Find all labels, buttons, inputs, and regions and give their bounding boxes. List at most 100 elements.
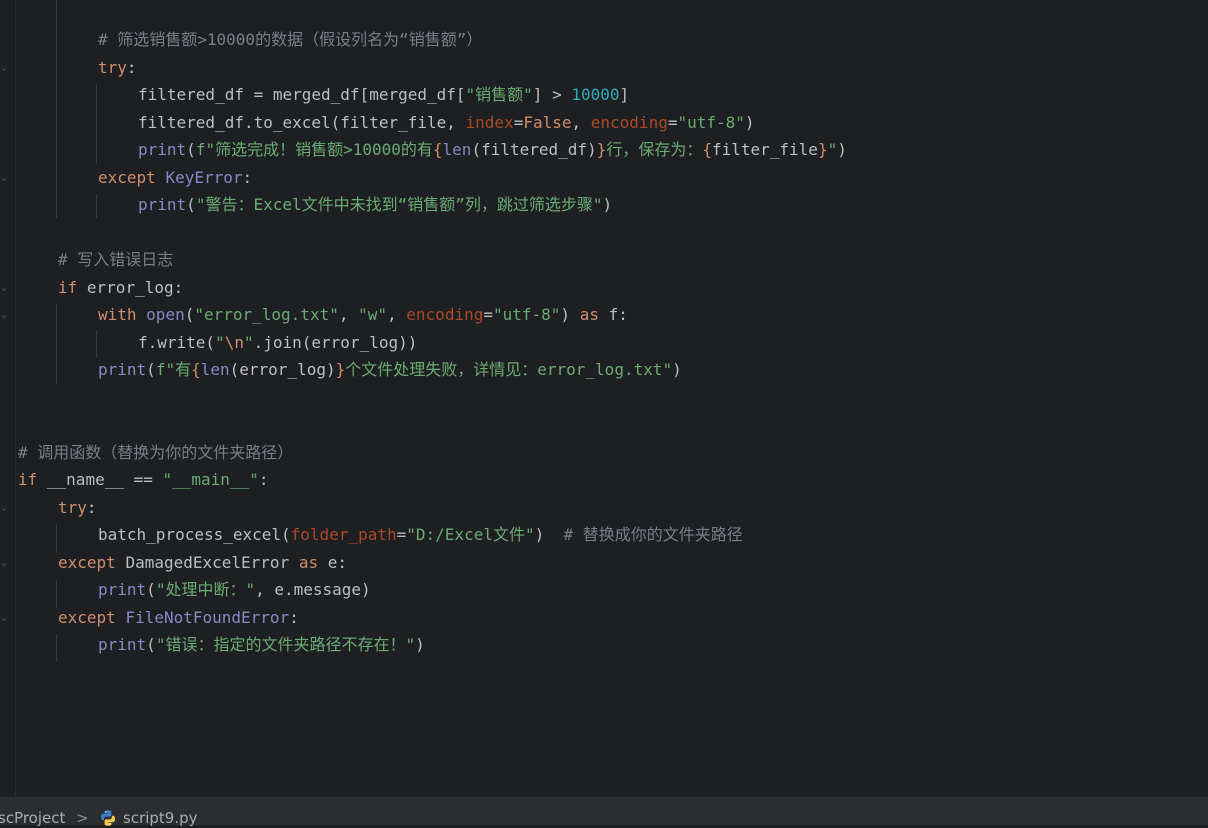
code-line[interactable]: f.write("\n".join(error_log)) (138, 329, 417, 356)
fold-marker-icon[interactable]: ⌄ (1, 173, 8, 183)
code-token: print (138, 195, 187, 214)
code-line[interactable]: print("错误：指定的文件夹路径不存在！") (98, 631, 425, 658)
code-token: with (98, 305, 147, 324)
code-token: "销售额" (465, 85, 533, 104)
code-token: ( (186, 140, 196, 159)
code-token: } (817, 140, 828, 159)
code-token: if (18, 470, 47, 489)
code-token: 行，保存为： (606, 140, 703, 159)
code-token: as (579, 305, 609, 324)
code-token: f"有 (155, 360, 192, 379)
code-token: False (523, 112, 572, 132)
code-token: e: (327, 552, 347, 572)
indent-guide (56, 0, 57, 218)
fold-marker-icon[interactable]: ⌄ (1, 283, 8, 293)
code-token: { (702, 140, 712, 159)
code-token: ( (186, 195, 196, 214)
breadcrumb-separator-chevron-icon: > (76, 809, 89, 827)
code-token: filtered_df = merged_df[merged_df[ (138, 85, 466, 104)
code-token: ( (146, 580, 156, 599)
code-token: try (98, 57, 127, 77)
fold-marker-icon[interactable]: ⌄ (1, 63, 8, 73)
code-token: # 写入错误日志 (58, 250, 174, 269)
code-token: "utf-8" (677, 112, 745, 132)
code-token: "utf-8" (492, 305, 561, 324)
code-token: ) (672, 360, 682, 379)
code-line[interactable]: except FileNotFoundError: (58, 604, 299, 631)
code-token: try (58, 497, 87, 517)
code-token: : (242, 167, 253, 187)
code-token: print (98, 635, 147, 654)
code-token: f.write( (138, 332, 216, 352)
code-line[interactable]: filtered_df.to_excel(filter_file, index=… (138, 109, 755, 136)
code-line[interactable]: filtered_df = merged_df[merged_df["销售额"]… (138, 81, 629, 108)
code-line[interactable]: # 写入错误日志 (58, 246, 173, 273)
code-token: except (58, 607, 126, 627)
code-token: index (465, 112, 514, 132)
code-token: "D:/Excel文件" (406, 525, 535, 544)
code-line[interactable]: try: (98, 54, 137, 81)
indent-guide (56, 580, 57, 608)
code-line[interactable]: except KeyError: (98, 164, 252, 191)
breadcrumb-file[interactable]: script9.py (123, 808, 198, 828)
code-token: = (483, 305, 493, 324)
code-token: # 筛选销售额>10000的数据（假设列名为“销售额”） (98, 30, 483, 49)
code-line[interactable]: print("警告：Excel文件中未找到“销售额”列，跳过筛选步骤") (138, 191, 612, 218)
code-token: ( (146, 635, 156, 654)
code-token: filter_file (711, 140, 818, 159)
code-token: ] > (532, 85, 572, 104)
code-token: "错误：指定的文件夹路径不存在！" (155, 635, 416, 654)
code-token: __name__ == (46, 470, 163, 489)
code-token: print (138, 140, 187, 159)
code-token: # 调用函数（替换为你的文件夹路径） (18, 442, 294, 462)
code-token: , (387, 305, 407, 324)
code-token: { (432, 140, 443, 159)
code-token: = (513, 112, 524, 132)
code-line[interactable]: # 筛选销售额>10000的数据（假设列名为“销售额”） (98, 26, 482, 53)
code-token: 10000 (571, 85, 620, 104)
code-token: encoding (406, 305, 484, 324)
code-line[interactable]: try: (58, 494, 97, 521)
code-token: print (98, 360, 147, 379)
code-line[interactable]: with open("error_log.txt", "w", encoding… (98, 301, 628, 328)
fold-marker-icon[interactable]: ⌄ (1, 558, 8, 568)
code-line[interactable]: print(f"有{len(error_log)}个文件处理失败，详情见：err… (98, 356, 682, 383)
code-token: : (126, 57, 137, 77)
code-editor[interactable]: ⌄ ⌄ ⌄ ⌄ ⌄ ⌄ ⌄ # 筛选销售额>10000的数据（假设列名为“销售额… (0, 0, 1208, 796)
fold-marker-icon[interactable]: ⌄ (1, 503, 8, 513)
code-line[interactable]: if error_log: (58, 274, 183, 301)
python-file-icon (101, 810, 115, 826)
code-token: if (58, 277, 87, 297)
indent-guide (96, 330, 97, 358)
code-token: } (335, 360, 346, 379)
breadcrumb-project[interactable]: scProject (0, 808, 65, 828)
code-token: f"筛选完成！销售额>10000的有 (195, 140, 433, 159)
code-token: 个文件处理失败，详情见：error_log.txt" (345, 360, 673, 379)
code-line[interactable]: except DamagedExcelError as e: (58, 549, 347, 576)
code-token: { (191, 360, 201, 379)
code-token: ) (415, 635, 425, 654)
code-token: KeyError (165, 167, 243, 187)
fold-marker-icon[interactable]: ⌄ (1, 310, 8, 320)
code-token: except (98, 167, 166, 187)
code-token: "__main__" (162, 470, 259, 489)
code-token: batch_process_excel( (98, 525, 291, 544)
code-token: FileNotFoundError (125, 607, 290, 627)
code-line[interactable]: print("处理中断：", e.message) (98, 576, 371, 603)
code-token: (error_log) (229, 360, 336, 379)
code-token: folder_path (290, 525, 397, 544)
code-token: , e.message) (255, 580, 371, 599)
code-token: f: (608, 305, 628, 324)
code-token: ( (146, 360, 156, 379)
code-token: ( (184, 305, 195, 324)
code-line[interactable]: # 调用函数（替换为你的文件夹路径） (18, 439, 293, 466)
code-token: , (571, 112, 591, 132)
indent-guide (56, 304, 57, 384)
code-token: DamagedExcelError (125, 552, 299, 572)
code-token: except (58, 552, 126, 572)
indent-guide (96, 84, 97, 164)
code-line[interactable]: print(f"筛选完成！销售额>10000的有{len(filtered_df… (138, 136, 847, 163)
fold-marker-icon[interactable]: ⌄ (1, 613, 8, 623)
code-line[interactable]: batch_process_excel(folder_path="D:/Exce… (98, 521, 743, 548)
code-line[interactable]: if __name__ == "__main__": (18, 466, 268, 493)
